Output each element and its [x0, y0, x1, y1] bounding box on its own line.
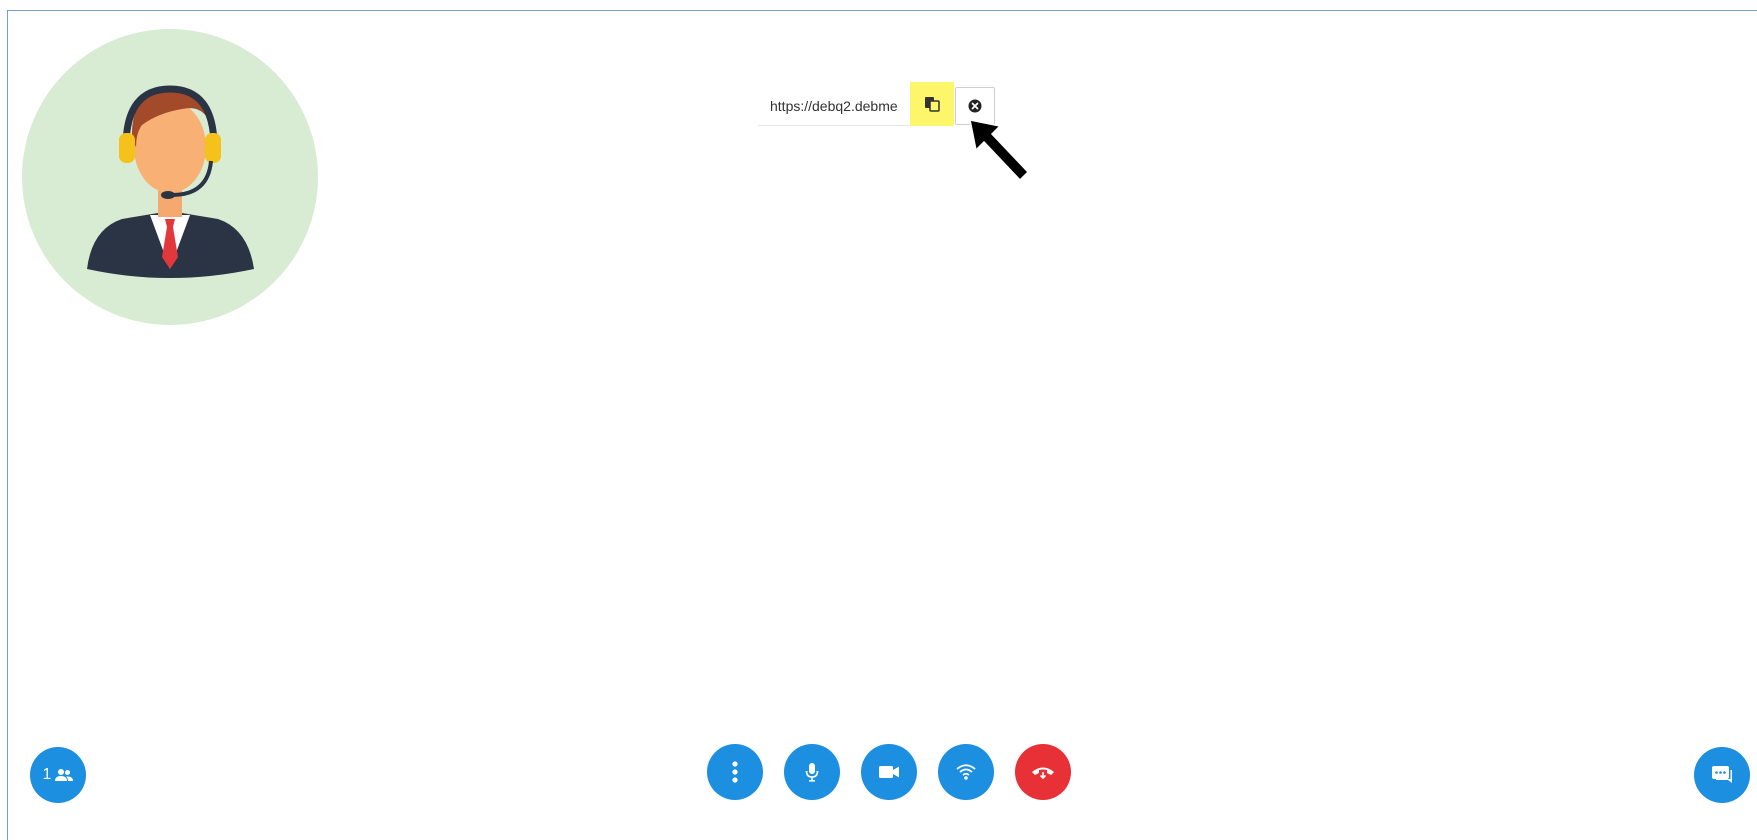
- microphone-button[interactable]: [784, 744, 840, 800]
- network-button[interactable]: [938, 744, 994, 800]
- clipboard-copy-icon: [924, 97, 940, 112]
- chat-button[interactable]: [1694, 747, 1750, 803]
- headset-agent-icon: [87, 85, 254, 278]
- participants-button[interactable]: 1: [30, 747, 86, 803]
- phone-hangup-icon: [1032, 767, 1054, 780]
- share-link-url[interactable]: https://debq2.debme: [758, 87, 910, 126]
- copy-link-button[interactable]: [909, 82, 954, 126]
- more-options-button[interactable]: [707, 744, 763, 800]
- participants-count: 1: [42, 766, 52, 783]
- agent-avatar: [22, 29, 318, 325]
- vertical-dots-icon: [732, 761, 738, 783]
- close-circle-icon: [968, 99, 982, 113]
- arrow-pointer-icon: [969, 119, 1030, 182]
- video-camera-icon: [879, 766, 899, 778]
- chat-icon: [1712, 766, 1732, 783]
- share-link-bar: https://debq2.debme: [758, 82, 995, 126]
- wifi-icon: [956, 764, 976, 780]
- hangup-button[interactable]: [1015, 744, 1071, 800]
- people-icon: [55, 769, 74, 781]
- microphone-icon: [805, 763, 819, 782]
- camera-button[interactable]: [861, 744, 917, 800]
